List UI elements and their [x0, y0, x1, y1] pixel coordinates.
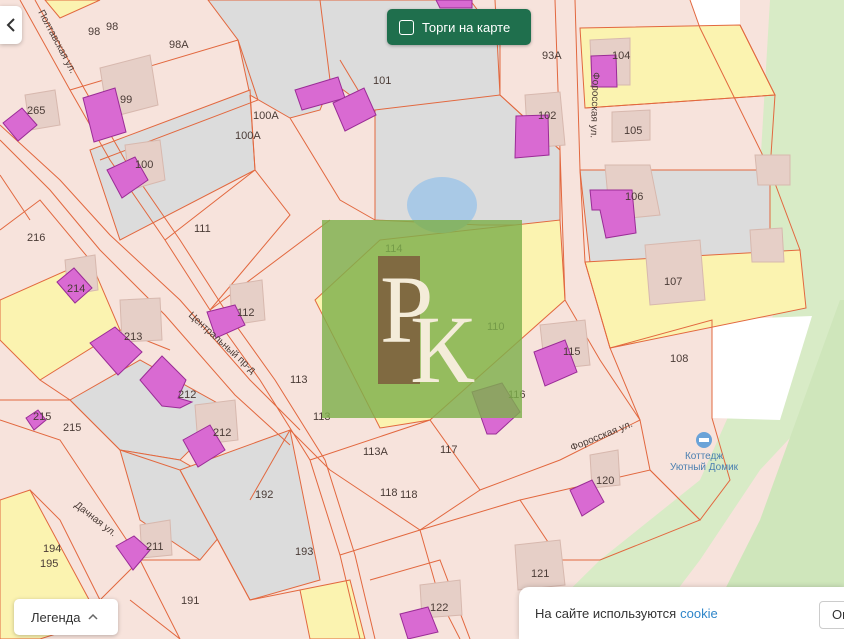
parcel-label: 98А — [169, 39, 189, 51]
parcel-label: 213 — [124, 331, 142, 343]
watermark-logo: Р К — [322, 220, 522, 418]
parcel-label: 265 — [27, 105, 45, 117]
parcel-label: 102 — [538, 110, 556, 122]
parcel-label: 216 — [27, 232, 45, 244]
parcel-label: 98 — [88, 26, 100, 38]
parcel-label: 215 — [63, 422, 81, 434]
parcel-label: 101 — [373, 75, 391, 87]
parcel-label: 107 — [664, 276, 682, 288]
cookie-link[interactable]: cookie — [680, 606, 718, 621]
poi-label-line2: Уютный Домик — [670, 462, 739, 473]
parcel-label: 108 — [670, 353, 688, 365]
parcel-label: 98 — [106, 21, 118, 33]
parcel-label: 105 — [624, 125, 642, 137]
parcel-label: 115 — [563, 346, 581, 358]
parcel-label: 193 — [295, 546, 313, 558]
parcel-label: 212 — [178, 389, 196, 401]
parcel-label: 191 — [181, 595, 199, 607]
parcel-label: 104 — [612, 50, 630, 62]
chevron-up-icon — [88, 613, 98, 620]
parcel-label: 192 — [255, 489, 273, 501]
parcel-label: 118 — [380, 487, 398, 499]
street-forosskaya-north: Форосская ул. — [588, 72, 601, 138]
checkbox-icon[interactable] — [399, 19, 414, 35]
parcel-label: 117 — [440, 444, 458, 456]
parcel-label: 118 — [400, 489, 418, 501]
parcel-label: 106 — [625, 191, 643, 203]
legend-label: Легенда — [31, 609, 81, 625]
watermark-letter-2: К — [410, 296, 475, 403]
parcel-label: 93А — [542, 50, 562, 62]
chevron-left-icon — [6, 18, 15, 32]
back-button[interactable] — [0, 6, 22, 44]
parcel-label: 121 — [531, 568, 549, 580]
parcel-label: 194 — [43, 543, 61, 555]
parcel-label: 120 — [596, 475, 614, 487]
parcel-label: 195 — [40, 558, 58, 570]
cookie-text: На сайте используются — [535, 605, 677, 621]
parcel-label: 122 — [430, 602, 448, 614]
parcel-label: 211 — [146, 541, 164, 553]
parcel-label: 112 — [237, 307, 255, 319]
poi-label-line1: Коттедж — [685, 451, 723, 462]
parcel-label: 215 — [33, 411, 51, 423]
parcel-label: 100А — [235, 130, 261, 142]
parcel-label: 111 — [194, 223, 211, 235]
parcel-label: 113А — [363, 446, 389, 458]
cookie-ok-button[interactable]: Ок — [819, 601, 844, 629]
auctions-on-map-toggle[interactable]: Торги на карте — [387, 9, 531, 45]
parcel-label: 214 — [67, 283, 85, 295]
cookie-banner: На сайте используются cookie Ок — [519, 587, 844, 639]
parcel-label: 113 — [290, 374, 308, 386]
parcel-label: 99 — [120, 94, 132, 106]
parcel-label: 212 — [213, 427, 231, 439]
legend-button[interactable]: Легенда — [14, 599, 118, 635]
auctions-label: Торги на карте — [422, 19, 511, 35]
parcel-label: 100А — [253, 110, 279, 122]
parcel-label: 100 — [135, 159, 153, 171]
